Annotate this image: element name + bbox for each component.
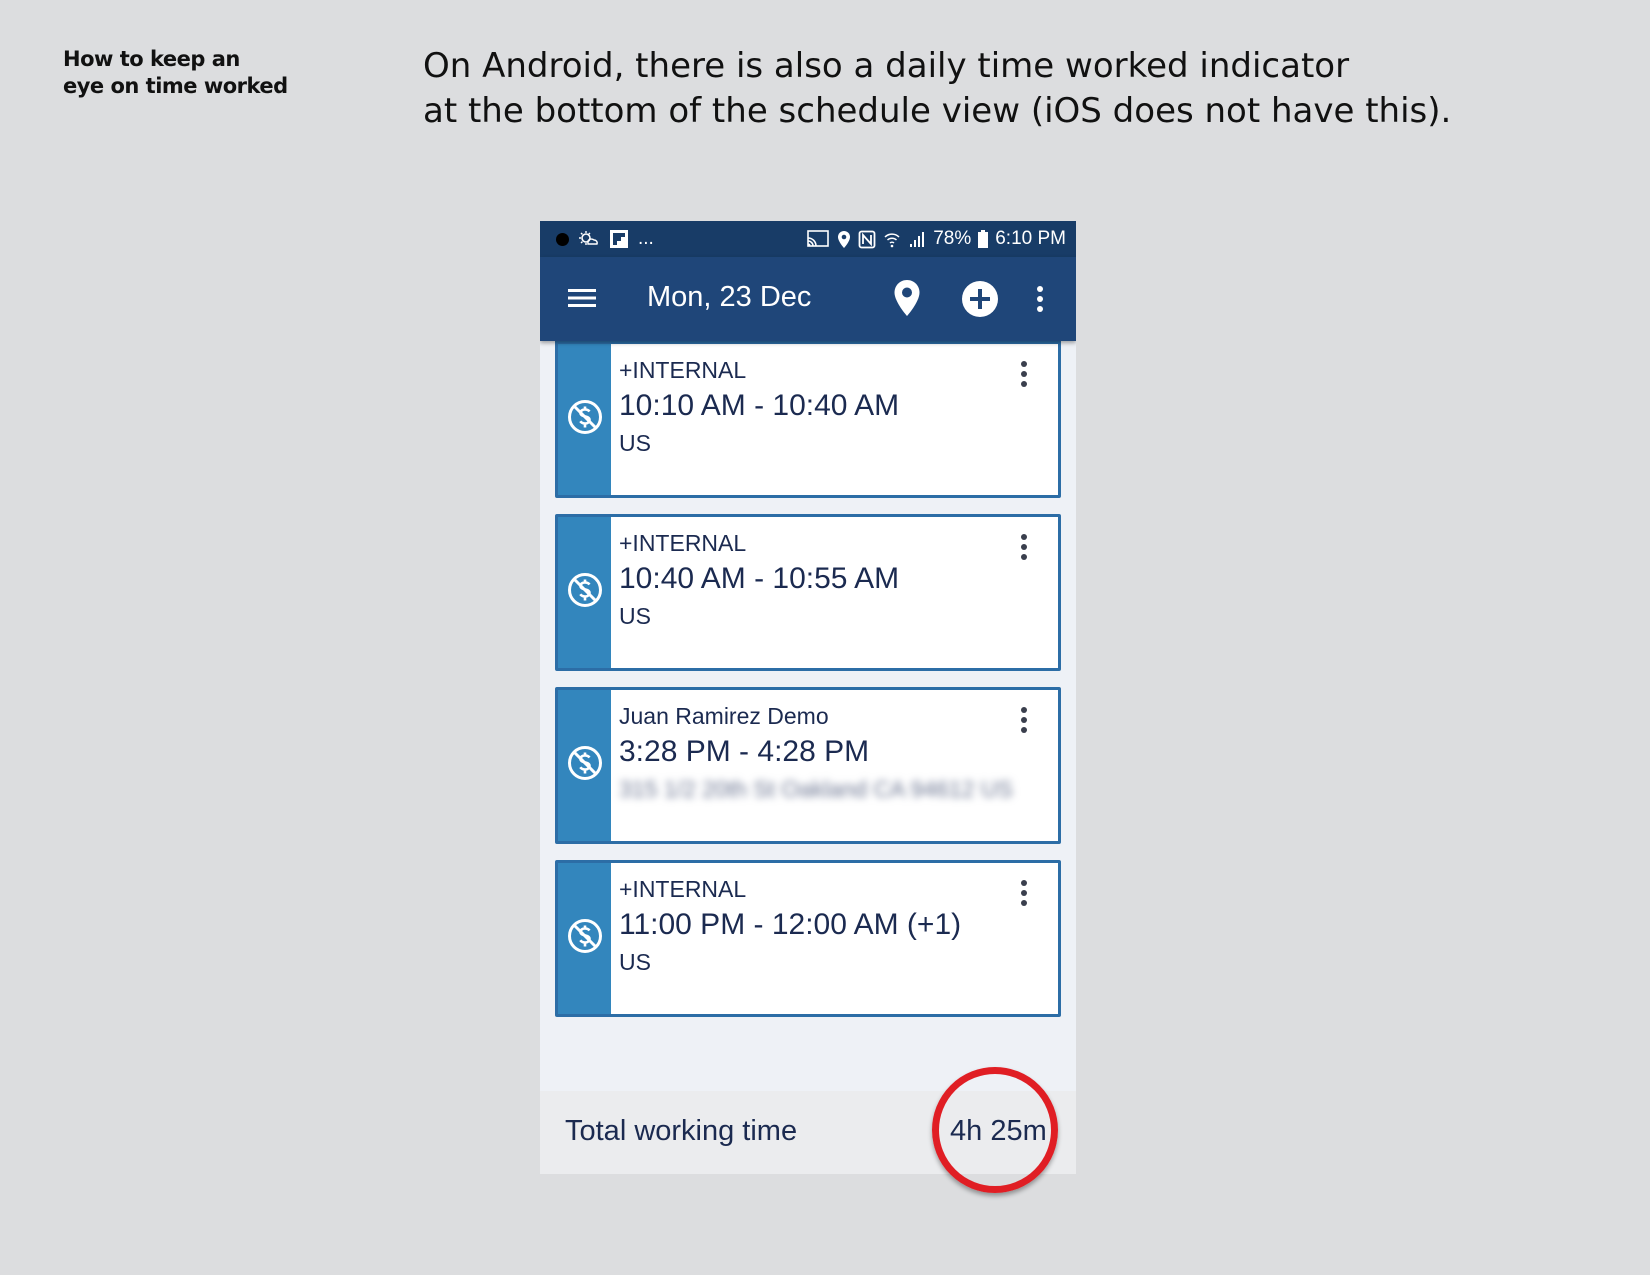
card-more-vert-icon[interactable] [1020,533,1028,566]
no-charge-icon [567,918,603,959]
location-pin-icon[interactable] [893,279,921,322]
status-clock: 6:10 PM [995,228,1066,249]
wifi-icon [883,230,901,248]
nfc-icon [858,230,876,249]
no-charge-icon [567,745,603,786]
phone-screen: ... 78% 6:10 PM Mon, 23 Dec +INTERNAL 10… [540,221,1076,1174]
appointment-client: Juan Ramirez Demo [619,703,829,729]
appointment-location: 315 1/2 20th St Oakland CA 94612 US [619,776,1013,802]
card-more-vert-icon[interactable] [1020,879,1028,912]
appointment-location: US [619,949,651,975]
weather-icon [578,230,600,248]
more-vert-icon[interactable] [1036,284,1044,319]
appointment-client: +INTERNAL [619,530,747,556]
appointment-card[interactable]: +INTERNAL 10:40 AM - 10:55 AM US [555,514,1061,671]
battery-icon [978,230,989,248]
appointment-client: +INTERNAL [619,876,747,902]
appointment-card[interactable]: +INTERNAL 11:00 PM - 12:00 AM (+1) US [555,860,1061,1017]
appointment-time: 10:10 AM - 10:40 AM [619,389,900,422]
appointment-location: US [619,603,651,629]
highlight-circle-annotation [932,1067,1058,1193]
appointment-client: +INTERNAL [619,357,747,383]
appointment-time: 3:28 PM - 4:28 PM [619,735,870,768]
side-caption: How to keep an eye on time worked [63,46,288,100]
flipboard-icon [609,229,629,249]
no-charge-icon [567,572,603,613]
location-status-icon [837,230,851,249]
add-circle-icon[interactable] [961,280,999,323]
no-charge-icon [567,399,603,440]
appointment-time: 11:00 PM - 12:00 AM (+1) [619,908,962,941]
appointment-location: US [619,430,651,456]
appointment-card[interactable]: +INTERNAL 10:10 AM - 10:40 AM US [555,341,1061,498]
card-more-vert-icon[interactable] [1020,706,1028,739]
headline-line-1: On Android, there is also a daily time w… [423,46,1350,86]
app-bar: Mon, 23 Dec [540,257,1076,341]
headline-line-2: at the bottom of the schedule view (iOS … [423,91,1452,131]
headline: On Android, there is also a daily time w… [423,44,1451,134]
status-bar: ... 78% 6:10 PM [540,221,1076,257]
date-title[interactable]: Mon, 23 Dec [647,281,811,314]
side-caption-line-1: How to keep an [63,47,240,71]
signal-icon [908,231,926,248]
card-more-vert-icon[interactable] [1020,360,1028,393]
appointment-card[interactable]: Juan Ramirez Demo 3:28 PM - 4:28 PM 315 … [555,687,1061,844]
cast-icon [806,230,830,248]
side-caption-line-2: eye on time worked [63,74,288,98]
menu-icon[interactable] [568,287,596,314]
notification-dot-icon [556,232,569,246]
appointment-time: 10:40 AM - 10:55 AM [619,562,900,595]
total-working-time-label: Total working time [565,1115,798,1147]
battery-percent: 78% [933,228,972,249]
more-notifications: ... [638,228,654,249]
